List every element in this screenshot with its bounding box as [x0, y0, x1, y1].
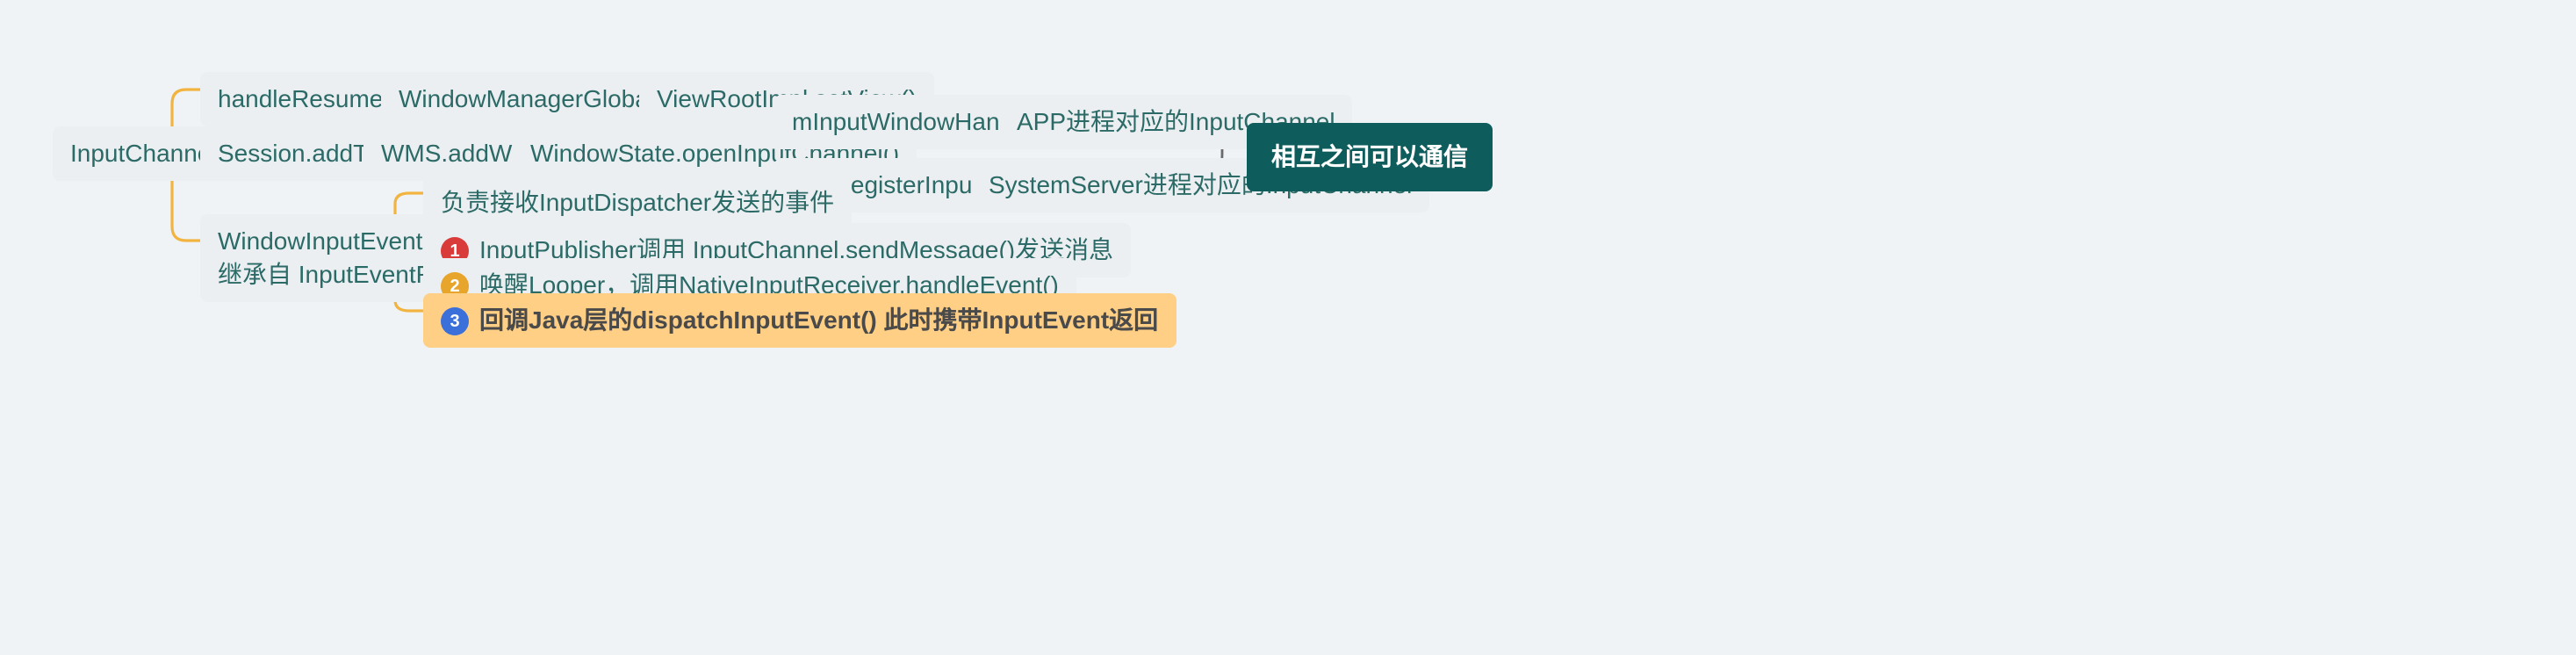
- badge-3-icon: 3: [441, 308, 469, 336]
- branch3-r3: 3 回调Java层的dispatchInputEvent() 此时携带InputE…: [423, 293, 1176, 348]
- branch3-r0: 负责接收InputDispatcher发送的事件: [423, 176, 852, 230]
- branch2-result: 相互之间可以通信: [1247, 123, 1493, 191]
- mindmap-canvas: InputChannel注册 handleResumeActivity() Wi…: [18, 26, 2576, 655]
- branch3-r3-text: 回调Java层的dispatchInputEvent() 此时携带InputEv…: [479, 306, 1158, 334]
